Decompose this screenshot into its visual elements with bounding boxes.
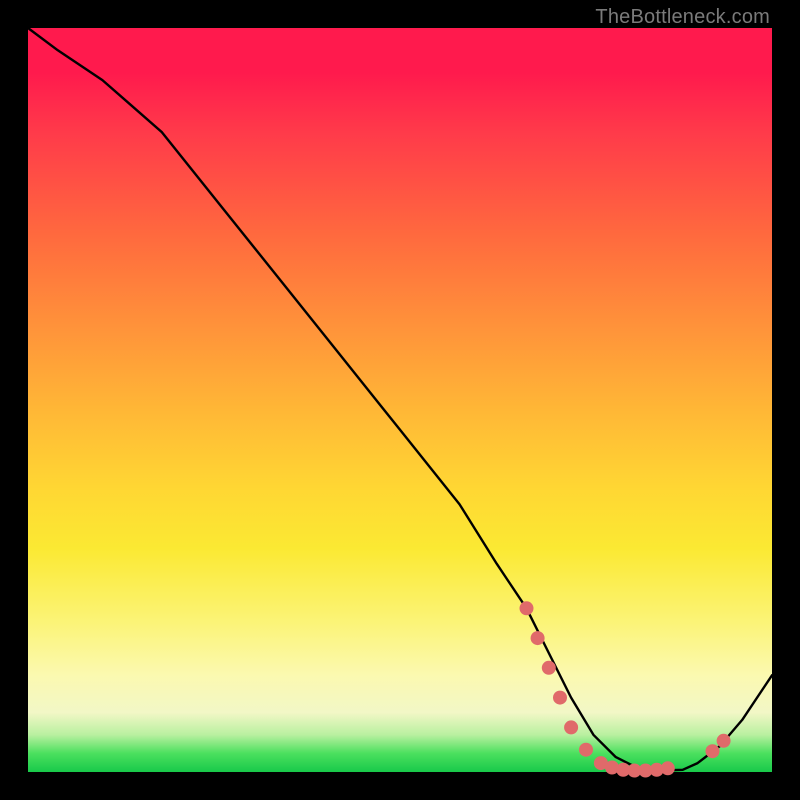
chart-frame: TheBottleneck.com bbox=[0, 0, 800, 800]
curve-marker bbox=[706, 744, 720, 758]
chart-svg bbox=[28, 28, 772, 772]
curve-marker bbox=[520, 601, 534, 615]
curve-marker bbox=[542, 661, 556, 675]
curve-markers bbox=[520, 601, 731, 777]
curve-marker bbox=[564, 720, 578, 734]
curve-marker bbox=[553, 691, 567, 705]
attribution-label: TheBottleneck.com bbox=[595, 6, 770, 29]
chart-plot-area bbox=[28, 28, 772, 772]
curve-marker bbox=[661, 761, 675, 775]
bottleneck-curve bbox=[28, 28, 772, 771]
curve-marker bbox=[717, 734, 731, 748]
curve-marker bbox=[579, 743, 593, 757]
curve-marker bbox=[531, 631, 545, 645]
